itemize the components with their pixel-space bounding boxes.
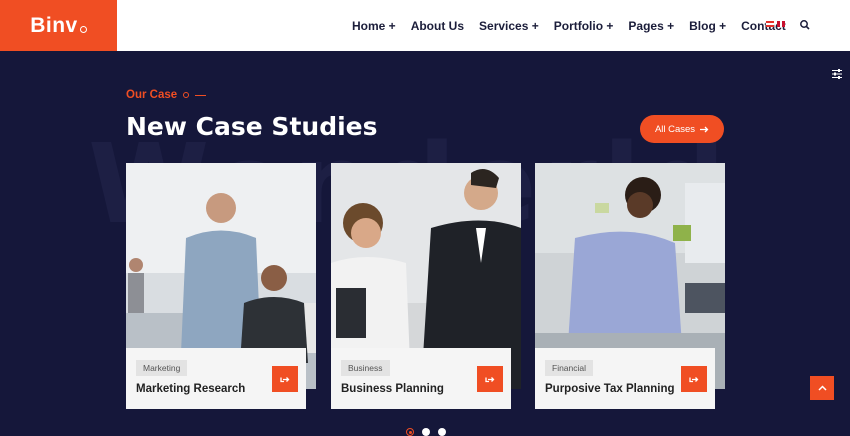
chevron-up-icon (817, 385, 827, 391)
nav-item-about[interactable]: About Us (411, 19, 464, 33)
logo-text: Binv (30, 13, 78, 37)
case-card[interactable]: Marketing Marketing Research (126, 163, 316, 409)
case-info-box: Financial Purposive Tax Planning (535, 348, 715, 409)
section-title: New Case Studies (126, 112, 378, 141)
nav-item-home[interactable]: Home + (352, 19, 396, 33)
nav-item-blog[interactable]: Blog + (689, 19, 726, 33)
flag-uk-icon[interactable] (777, 21, 785, 27)
all-cases-button[interactable]: All Cases (640, 115, 724, 143)
case-link-button[interactable] (681, 366, 707, 392)
nav-item-pages[interactable]: Pages + (628, 19, 674, 33)
logo[interactable]: Binv (0, 0, 117, 51)
carousel-dot-active[interactable] (406, 428, 414, 436)
settings-sliders-icon[interactable] (831, 68, 843, 80)
case-card[interactable]: Financial Purposive Tax Planning (535, 163, 725, 409)
arrow-right-icon (485, 376, 495, 382)
eyebrow-dot-icon (183, 92, 190, 98)
main-nav: Home + About Us Services + Portfolio + P… (352, 0, 786, 51)
carousel-dot[interactable] (422, 428, 430, 436)
scroll-to-top-button[interactable] (810, 376, 834, 400)
eyebrow-label: Our Case (126, 89, 178, 101)
all-cases-label: All Cases (654, 123, 696, 135)
case-title[interactable]: Marketing Research (136, 383, 245, 395)
case-link-button[interactable] (477, 366, 503, 392)
search-icon[interactable] (799, 19, 811, 31)
section-eyebrow: Our Case (126, 89, 207, 101)
header: Binv Home + About Us Services + Portfoli… (0, 0, 850, 51)
case-link-button[interactable] (272, 366, 298, 392)
case-tag[interactable]: Marketing (136, 360, 188, 376)
case-tag[interactable]: Financial (545, 360, 594, 376)
case-info-box: Business Business Planning (331, 348, 511, 409)
arrow-right-icon (689, 376, 699, 382)
language-switcher (766, 21, 785, 27)
case-info-box: Marketing Marketing Research (126, 348, 306, 409)
case-card[interactable]: Business Business Planning (331, 163, 521, 409)
case-title[interactable]: Purposive Tax Planning (545, 383, 675, 395)
case-title[interactable]: Business Planning (341, 383, 444, 395)
flag-icon[interactable] (766, 21, 774, 27)
logo-dot (79, 26, 87, 33)
carousel-dot[interactable] (438, 428, 446, 436)
nav-item-services[interactable]: Services + (479, 19, 539, 33)
carousel-dots (406, 428, 446, 436)
eyebrow-line (195, 94, 207, 96)
arrow-right-icon (700, 126, 709, 132)
arrow-right-icon (280, 376, 290, 382)
nav-item-portfolio[interactable]: Portfolio + (554, 19, 614, 33)
case-tag[interactable]: Business (341, 360, 390, 376)
